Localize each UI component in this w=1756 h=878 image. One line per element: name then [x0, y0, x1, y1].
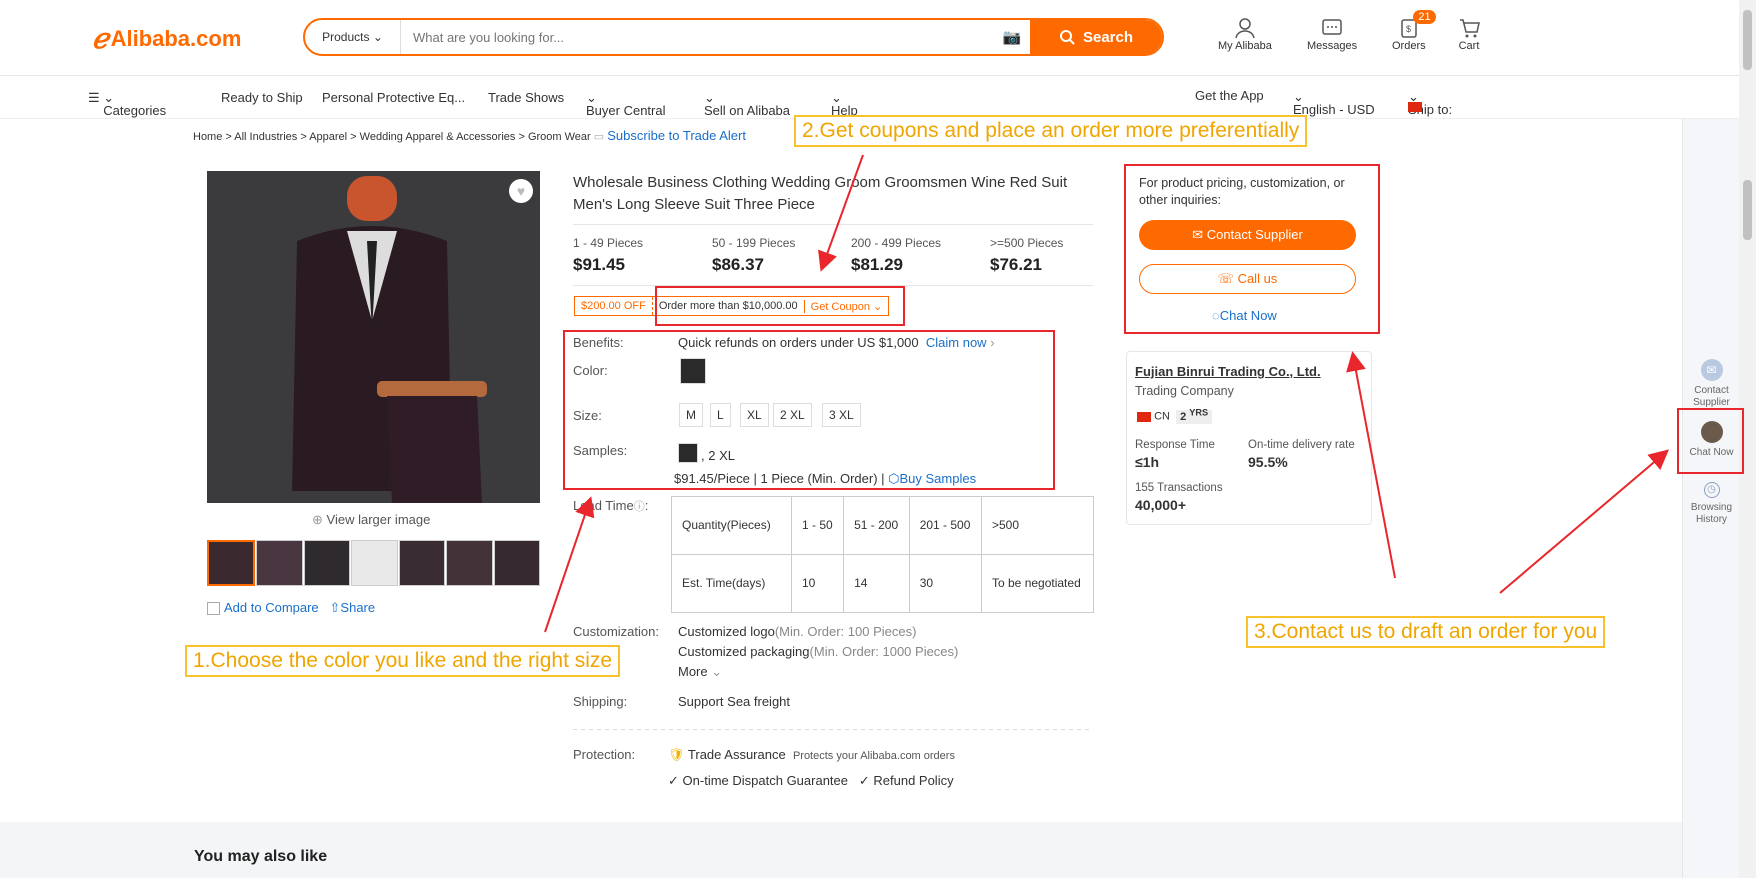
arrow — [544, 496, 595, 633]
arrow — [1499, 449, 1670, 594]
arrow — [1346, 351, 1396, 579]
page: ℯ Alibaba.com Products ⌄ 📷 Search My Ali… — [0, 0, 1756, 878]
arrow — [818, 154, 864, 272]
annotation-step1: 1.Choose the color you like and the righ… — [185, 645, 621, 677]
annotation-step3: 3.Contact us to draft an order for you — [1246, 616, 1606, 648]
annotation-step2: 2.Get coupons and place an order more pr… — [794, 115, 1308, 147]
